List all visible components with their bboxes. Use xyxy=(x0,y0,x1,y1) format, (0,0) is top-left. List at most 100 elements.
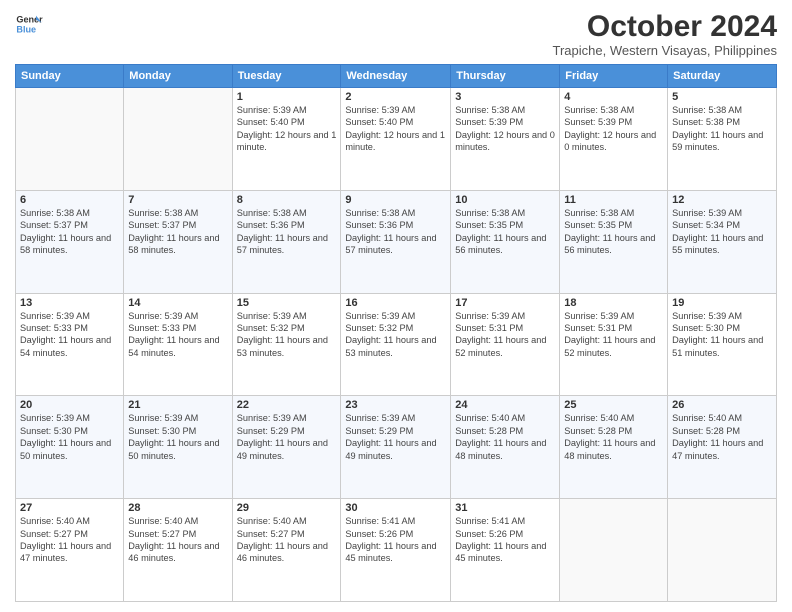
calendar-cell xyxy=(560,499,668,602)
logo-icon: General Blue xyxy=(15,10,43,38)
day-number: 25 xyxy=(564,399,663,411)
calendar-cell: 12Sunrise: 5:39 AM Sunset: 5:34 PM Dayli… xyxy=(668,190,777,293)
calendar-cell: 17Sunrise: 5:39 AM Sunset: 5:31 PM Dayli… xyxy=(451,293,560,396)
day-info: Sunrise: 5:40 AM Sunset: 5:27 PM Dayligh… xyxy=(237,515,337,565)
day-info: Sunrise: 5:39 AM Sunset: 5:32 PM Dayligh… xyxy=(237,310,337,360)
day-number: 6 xyxy=(20,194,119,206)
day-number: 5 xyxy=(672,91,772,103)
day-number: 9 xyxy=(345,194,446,206)
day-info: Sunrise: 5:38 AM Sunset: 5:37 PM Dayligh… xyxy=(128,207,227,257)
svg-text:Blue: Blue xyxy=(16,24,36,34)
day-number: 21 xyxy=(128,399,227,411)
day-info: Sunrise: 5:40 AM Sunset: 5:28 PM Dayligh… xyxy=(455,412,555,462)
calendar-cell: 14Sunrise: 5:39 AM Sunset: 5:33 PM Dayli… xyxy=(124,293,232,396)
day-info: Sunrise: 5:40 AM Sunset: 5:28 PM Dayligh… xyxy=(564,412,663,462)
calendar-cell: 13Sunrise: 5:39 AM Sunset: 5:33 PM Dayli… xyxy=(16,293,124,396)
day-info: Sunrise: 5:39 AM Sunset: 5:30 PM Dayligh… xyxy=(128,412,227,462)
calendar-cell: 7Sunrise: 5:38 AM Sunset: 5:37 PM Daylig… xyxy=(124,190,232,293)
calendar-week-row: 6Sunrise: 5:38 AM Sunset: 5:37 PM Daylig… xyxy=(16,190,777,293)
weekday-header-friday: Friday xyxy=(560,65,668,88)
day-number: 17 xyxy=(455,297,555,309)
calendar-cell: 19Sunrise: 5:39 AM Sunset: 5:30 PM Dayli… xyxy=(668,293,777,396)
calendar-week-row: 1Sunrise: 5:39 AM Sunset: 5:40 PM Daylig… xyxy=(16,88,777,191)
calendar-cell: 16Sunrise: 5:39 AM Sunset: 5:32 PM Dayli… xyxy=(341,293,451,396)
day-info: Sunrise: 5:39 AM Sunset: 5:34 PM Dayligh… xyxy=(672,207,772,257)
calendar-cell: 21Sunrise: 5:39 AM Sunset: 5:30 PM Dayli… xyxy=(124,396,232,499)
calendar-cell xyxy=(124,88,232,191)
weekday-header-thursday: Thursday xyxy=(451,65,560,88)
day-number: 23 xyxy=(345,399,446,411)
day-number: 28 xyxy=(128,502,227,514)
calendar-cell: 26Sunrise: 5:40 AM Sunset: 5:28 PM Dayli… xyxy=(668,396,777,499)
weekday-header-sunday: Sunday xyxy=(16,65,124,88)
day-number: 3 xyxy=(455,91,555,103)
day-number: 31 xyxy=(455,502,555,514)
calendar-cell: 10Sunrise: 5:38 AM Sunset: 5:35 PM Dayli… xyxy=(451,190,560,293)
day-number: 20 xyxy=(20,399,119,411)
day-info: Sunrise: 5:39 AM Sunset: 5:30 PM Dayligh… xyxy=(20,412,119,462)
day-info: Sunrise: 5:38 AM Sunset: 5:37 PM Dayligh… xyxy=(20,207,119,257)
day-info: Sunrise: 5:40 AM Sunset: 5:27 PM Dayligh… xyxy=(128,515,227,565)
day-info: Sunrise: 5:39 AM Sunset: 5:30 PM Dayligh… xyxy=(672,310,772,360)
day-info: Sunrise: 5:39 AM Sunset: 5:40 PM Dayligh… xyxy=(237,104,337,154)
day-info: Sunrise: 5:38 AM Sunset: 5:36 PM Dayligh… xyxy=(345,207,446,257)
header: General Blue October 2024 Trapiche, West… xyxy=(15,10,777,58)
logo: General Blue xyxy=(15,10,43,38)
weekday-header-row: SundayMondayTuesdayWednesdayThursdayFrid… xyxy=(16,65,777,88)
day-number: 11 xyxy=(564,194,663,206)
day-info: Sunrise: 5:39 AM Sunset: 5:33 PM Dayligh… xyxy=(128,310,227,360)
weekday-header-monday: Monday xyxy=(124,65,232,88)
calendar-cell: 2Sunrise: 5:39 AM Sunset: 5:40 PM Daylig… xyxy=(341,88,451,191)
day-number: 2 xyxy=(345,91,446,103)
day-info: Sunrise: 5:41 AM Sunset: 5:26 PM Dayligh… xyxy=(345,515,446,565)
calendar-table: SundayMondayTuesdayWednesdayThursdayFrid… xyxy=(15,64,777,602)
calendar-cell: 1Sunrise: 5:39 AM Sunset: 5:40 PM Daylig… xyxy=(232,88,341,191)
calendar-cell: 22Sunrise: 5:39 AM Sunset: 5:29 PM Dayli… xyxy=(232,396,341,499)
day-number: 8 xyxy=(237,194,337,206)
calendar-week-row: 13Sunrise: 5:39 AM Sunset: 5:33 PM Dayli… xyxy=(16,293,777,396)
title-block: October 2024 Trapiche, Western Visayas, … xyxy=(553,10,777,58)
calendar-cell: 8Sunrise: 5:38 AM Sunset: 5:36 PM Daylig… xyxy=(232,190,341,293)
day-info: Sunrise: 5:38 AM Sunset: 5:36 PM Dayligh… xyxy=(237,207,337,257)
day-number: 10 xyxy=(455,194,555,206)
calendar-week-row: 20Sunrise: 5:39 AM Sunset: 5:30 PM Dayli… xyxy=(16,396,777,499)
weekday-header-saturday: Saturday xyxy=(668,65,777,88)
day-info: Sunrise: 5:39 AM Sunset: 5:40 PM Dayligh… xyxy=(345,104,446,154)
month-title: October 2024 xyxy=(553,10,777,43)
page: General Blue October 2024 Trapiche, West… xyxy=(0,0,792,612)
day-number: 30 xyxy=(345,502,446,514)
calendar-cell: 9Sunrise: 5:38 AM Sunset: 5:36 PM Daylig… xyxy=(341,190,451,293)
day-info: Sunrise: 5:39 AM Sunset: 5:33 PM Dayligh… xyxy=(20,310,119,360)
day-number: 18 xyxy=(564,297,663,309)
calendar-cell xyxy=(16,88,124,191)
day-number: 15 xyxy=(237,297,337,309)
day-info: Sunrise: 5:38 AM Sunset: 5:39 PM Dayligh… xyxy=(564,104,663,154)
day-number: 27 xyxy=(20,502,119,514)
calendar-cell: 11Sunrise: 5:38 AM Sunset: 5:35 PM Dayli… xyxy=(560,190,668,293)
day-number: 7 xyxy=(128,194,227,206)
day-number: 16 xyxy=(345,297,446,309)
weekday-header-wednesday: Wednesday xyxy=(341,65,451,88)
calendar-cell: 3Sunrise: 5:38 AM Sunset: 5:39 PM Daylig… xyxy=(451,88,560,191)
calendar-week-row: 27Sunrise: 5:40 AM Sunset: 5:27 PM Dayli… xyxy=(16,499,777,602)
day-number: 1 xyxy=(237,91,337,103)
calendar-cell: 4Sunrise: 5:38 AM Sunset: 5:39 PM Daylig… xyxy=(560,88,668,191)
day-number: 4 xyxy=(564,91,663,103)
calendar-cell: 6Sunrise: 5:38 AM Sunset: 5:37 PM Daylig… xyxy=(16,190,124,293)
day-number: 24 xyxy=(455,399,555,411)
day-info: Sunrise: 5:38 AM Sunset: 5:35 PM Dayligh… xyxy=(455,207,555,257)
day-info: Sunrise: 5:38 AM Sunset: 5:38 PM Dayligh… xyxy=(672,104,772,154)
day-info: Sunrise: 5:39 AM Sunset: 5:31 PM Dayligh… xyxy=(455,310,555,360)
day-number: 14 xyxy=(128,297,227,309)
day-info: Sunrise: 5:41 AM Sunset: 5:26 PM Dayligh… xyxy=(455,515,555,565)
day-info: Sunrise: 5:39 AM Sunset: 5:29 PM Dayligh… xyxy=(237,412,337,462)
day-info: Sunrise: 5:40 AM Sunset: 5:27 PM Dayligh… xyxy=(20,515,119,565)
day-number: 22 xyxy=(237,399,337,411)
location-subtitle: Trapiche, Western Visayas, Philippines xyxy=(553,43,777,58)
calendar-cell: 29Sunrise: 5:40 AM Sunset: 5:27 PM Dayli… xyxy=(232,499,341,602)
calendar-cell: 28Sunrise: 5:40 AM Sunset: 5:27 PM Dayli… xyxy=(124,499,232,602)
calendar-cell: 25Sunrise: 5:40 AM Sunset: 5:28 PM Dayli… xyxy=(560,396,668,499)
day-info: Sunrise: 5:40 AM Sunset: 5:28 PM Dayligh… xyxy=(672,412,772,462)
day-info: Sunrise: 5:38 AM Sunset: 5:35 PM Dayligh… xyxy=(564,207,663,257)
day-info: Sunrise: 5:38 AM Sunset: 5:39 PM Dayligh… xyxy=(455,104,555,154)
